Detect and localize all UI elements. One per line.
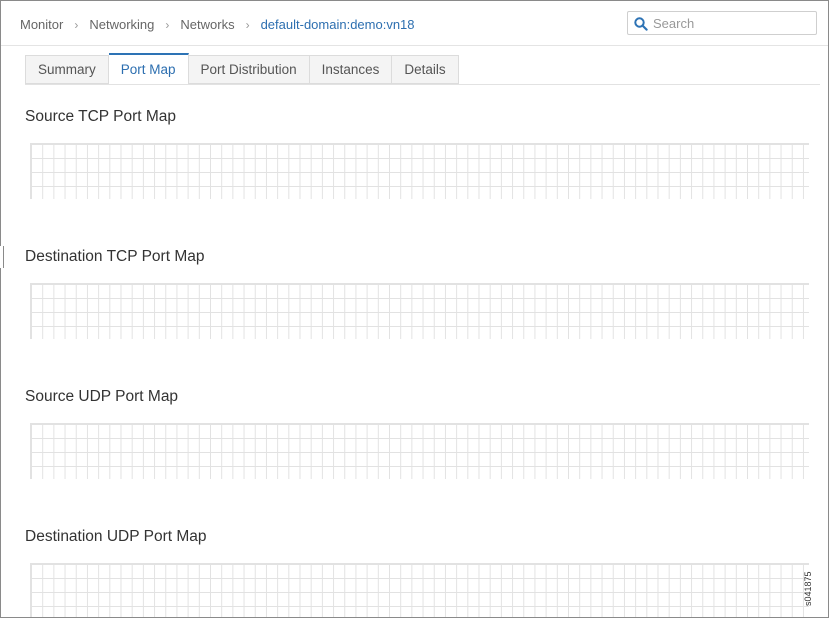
tab-details[interactable]: Details	[392, 55, 459, 84]
destination-udp-port-grid[interactable]	[30, 563, 809, 617]
tab-bar: Summary Port Map Port Distribution Insta…	[25, 53, 459, 85]
source-udp-title: Source UDP Port Map	[25, 388, 179, 405]
chevron-right-icon: ›	[165, 17, 170, 32]
tab-instances[interactable]: Instances	[309, 55, 393, 84]
top-bar: Monitor › Networking › Networks › defaul…	[1, 1, 828, 46]
search-box[interactable]	[627, 11, 817, 35]
destination-udp-title: Destination UDP Port Map	[25, 528, 207, 545]
search-input[interactable]	[653, 13, 808, 33]
tab-port-distribution[interactable]: Port Distribution	[188, 55, 310, 84]
destination-tcp-title: Destination TCP Port Map	[25, 248, 205, 265]
frame-notch	[0, 246, 4, 268]
source-udp-port-grid[interactable]	[30, 423, 809, 479]
tab-summary[interactable]: Summary	[25, 55, 109, 84]
tab-divider	[25, 84, 820, 85]
chevron-right-icon: ›	[245, 17, 250, 32]
breadcrumb-monitor[interactable]: Monitor	[20, 17, 63, 32]
app-window: Monitor › Networking › Networks › defaul…	[0, 0, 829, 618]
breadcrumb-current-network[interactable]: default-domain:demo:vn18	[261, 17, 415, 32]
breadcrumb-networking[interactable]: Networking	[89, 17, 154, 32]
figure-id-label: s041875	[803, 571, 813, 606]
source-tcp-port-grid[interactable]	[30, 143, 809, 199]
breadcrumb-networks[interactable]: Networks	[180, 17, 234, 32]
chevron-right-icon: ›	[74, 17, 79, 32]
source-tcp-title: Source TCP Port Map	[25, 108, 177, 125]
breadcrumb: Monitor › Networking › Networks › defaul…	[20, 17, 415, 32]
search-icon	[634, 17, 648, 31]
destination-tcp-port-grid[interactable]	[30, 283, 809, 339]
tab-port-map[interactable]: Port Map	[108, 53, 189, 85]
